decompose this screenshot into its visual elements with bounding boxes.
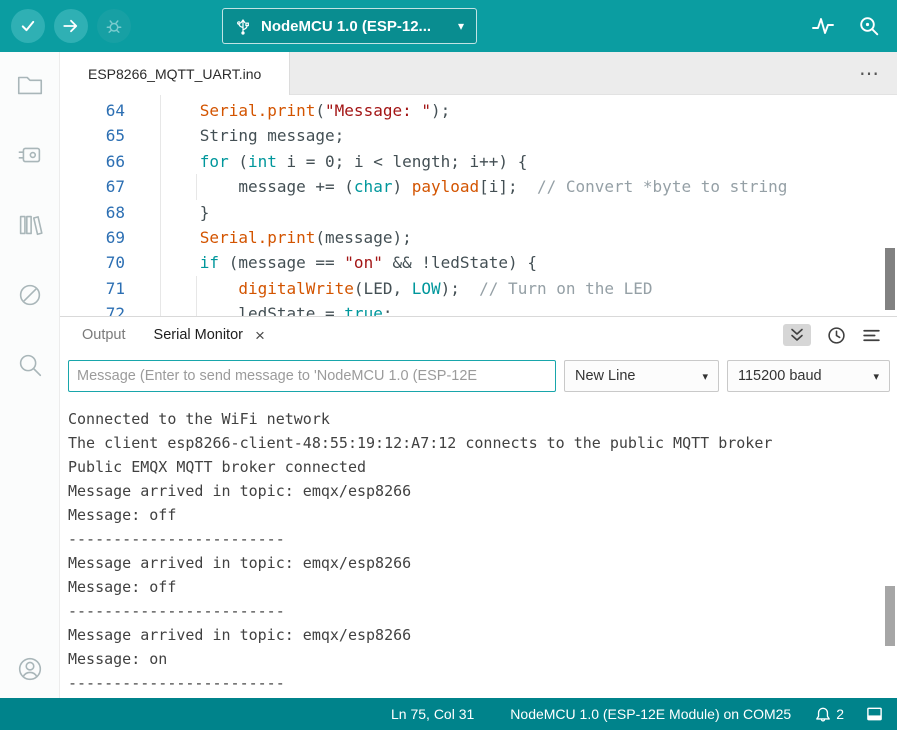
bottom-panel: Output Serial Monitor × [60, 316, 897, 698]
code-line: 72 ledState = true; [60, 301, 897, 316]
tab-output[interactable]: Output [68, 317, 140, 353]
serial-monitor-icon[interactable] [857, 14, 881, 38]
code-line: 64 Serial.print("Message: "); [60, 98, 897, 123]
debug-sidebar-icon[interactable] [15, 280, 45, 310]
sketch-tab-label: ESP8266_MQTT_UART.ino [88, 66, 261, 82]
line-number: 65 [60, 123, 142, 148]
line-number: 67 [60, 174, 142, 199]
line-number: 71 [60, 276, 142, 301]
collapse-panel-button[interactable] [783, 324, 811, 346]
activity-sidebar [0, 52, 60, 698]
account-icon[interactable] [15, 654, 45, 684]
notification-count: 2 [836, 706, 844, 722]
code-text: String message; [142, 123, 344, 148]
chevron-down-icon: ▾ [702, 370, 708, 383]
tab-serial-monitor-label: Serial Monitor [154, 327, 243, 343]
code-lines: 64 Serial.print("Message: ");65 String m… [60, 95, 897, 316]
serial-output-line: Message: off [68, 503, 897, 527]
code-line: 65 String message; [60, 123, 897, 148]
serial-output-line: ------------------------ [68, 671, 897, 695]
code-text: } [142, 200, 209, 225]
code-editor[interactable]: 64 Serial.print("Message: ");65 String m… [60, 95, 897, 316]
serial-output-line: Connected to the WiFi network [68, 407, 897, 431]
chevron-down-icon: ▾ [458, 19, 464, 33]
code-text: digitalWrite(LED, LOW); // Turn on the L… [142, 276, 653, 301]
line-number: 72 [60, 301, 142, 316]
arduino-ide-window: NodeMCU 1.0 (ESP-12... ▾ [0, 0, 897, 730]
baud-rate-value: 115200 baud [738, 368, 822, 384]
serial-output[interactable]: Connected to the WiFi networkThe client … [60, 399, 897, 695]
serial-output-line: Public EMQX MQTT broker connected [68, 455, 897, 479]
tab-serial-monitor[interactable]: Serial Monitor × [140, 317, 279, 353]
status-bar: Ln 75, Col 31 NodeMCU 1.0 (ESP-12E Modul… [0, 698, 897, 730]
tab-options-icon[interactable]: ⋯ [859, 64, 879, 84]
serial-output-line: Message: on [68, 647, 897, 671]
double-chevron-down-icon [789, 327, 805, 343]
board-selector-label: NodeMCU 1.0 (ESP-12... [261, 18, 431, 35]
line-number: 70 [60, 250, 142, 275]
editor-tabbar: ESP8266_MQTT_UART.ino ⋯ [60, 52, 897, 95]
serial-output-line: Message arrived in topic: emqx/esp8266 [68, 551, 897, 575]
line-number: 66 [60, 149, 142, 174]
line-number: 68 [60, 200, 142, 225]
search-icon[interactable] [15, 350, 45, 380]
code-line: 66 for (int i = 0; i < length; i++) { [60, 149, 897, 174]
serial-plotter-icon[interactable] [811, 15, 835, 37]
bell-icon [815, 706, 831, 723]
chevron-down-icon: ▾ [873, 370, 879, 383]
line-ending-select[interactable]: New Line ▾ [564, 360, 719, 392]
code-line: 67 message += (char) payload[i]; // Conv… [60, 174, 897, 199]
notifications[interactable]: 2 [815, 706, 844, 723]
code-line: 71 digitalWrite(LED, LOW); // Turn on th… [60, 276, 897, 301]
tab-output-label: Output [82, 327, 126, 343]
sketch-tab[interactable]: ESP8266_MQTT_UART.ino [60, 52, 290, 95]
code-text: ledState = true; [142, 301, 392, 316]
serial-message-input[interactable] [68, 360, 556, 392]
cursor-position[interactable]: Ln 75, Col 31 [391, 706, 474, 722]
code-line: 68 } [60, 200, 897, 225]
debug-button[interactable] [97, 9, 131, 43]
code-text: message += (char) payload[i]; // Convert… [142, 174, 787, 199]
arrow-right-icon [62, 17, 80, 35]
upload-button[interactable] [54, 9, 88, 43]
editor-scrollbar-thumb[interactable] [885, 248, 895, 310]
code-text: Serial.print("Message: "); [142, 98, 450, 123]
toolbar: NodeMCU 1.0 (ESP-12... ▾ [0, 0, 897, 52]
timestamp-toggle-icon[interactable] [827, 326, 846, 345]
clear-output-icon[interactable] [862, 327, 881, 344]
code-text: Serial.print(message); [142, 225, 412, 250]
serial-output-line: Message: off [68, 575, 897, 599]
sketchbook-folder-icon[interactable] [15, 70, 45, 100]
bug-icon [104, 16, 124, 36]
code-line: 69 Serial.print(message); [60, 225, 897, 250]
serial-input-row: New Line ▾ 115200 baud ▾ [60, 353, 897, 399]
serial-output-line: The client esp8266-client-48:55:19:12:A7… [68, 431, 897, 455]
code-line: 70 if (message == "on" && !ledState) { [60, 250, 897, 275]
baud-rate-select[interactable]: 115200 baud ▾ [727, 360, 890, 392]
usb-icon [235, 17, 251, 35]
toggle-panel-icon[interactable] [866, 706, 883, 722]
code-text: for (int i = 0; i < length; i++) { [142, 149, 527, 174]
serial-output-line: ------------------------ [68, 527, 897, 551]
panel-header: Output Serial Monitor × [60, 317, 897, 353]
serial-output-line: Message arrived in topic: emqx/esp8266 [68, 623, 897, 647]
close-icon[interactable]: × [255, 327, 265, 344]
library-manager-icon[interactable] [15, 210, 45, 240]
board-connection-status[interactable]: NodeMCU 1.0 (ESP-12E Module) on COM25 [510, 706, 791, 722]
serial-output-line: Message arrived in topic: emqx/esp8266 [68, 479, 897, 503]
line-number: 64 [60, 98, 142, 123]
boards-manager-icon[interactable] [15, 140, 45, 170]
line-number: 69 [60, 225, 142, 250]
serial-scrollbar-thumb[interactable] [885, 586, 895, 646]
board-selector[interactable]: NodeMCU 1.0 (ESP-12... ▾ [222, 8, 477, 44]
check-icon [19, 17, 37, 35]
line-ending-value: New Line [575, 368, 635, 384]
serial-output-line: ------------------------ [68, 599, 897, 623]
verify-button[interactable] [11, 9, 45, 43]
code-text: if (message == "on" && !ledState) { [142, 250, 537, 275]
